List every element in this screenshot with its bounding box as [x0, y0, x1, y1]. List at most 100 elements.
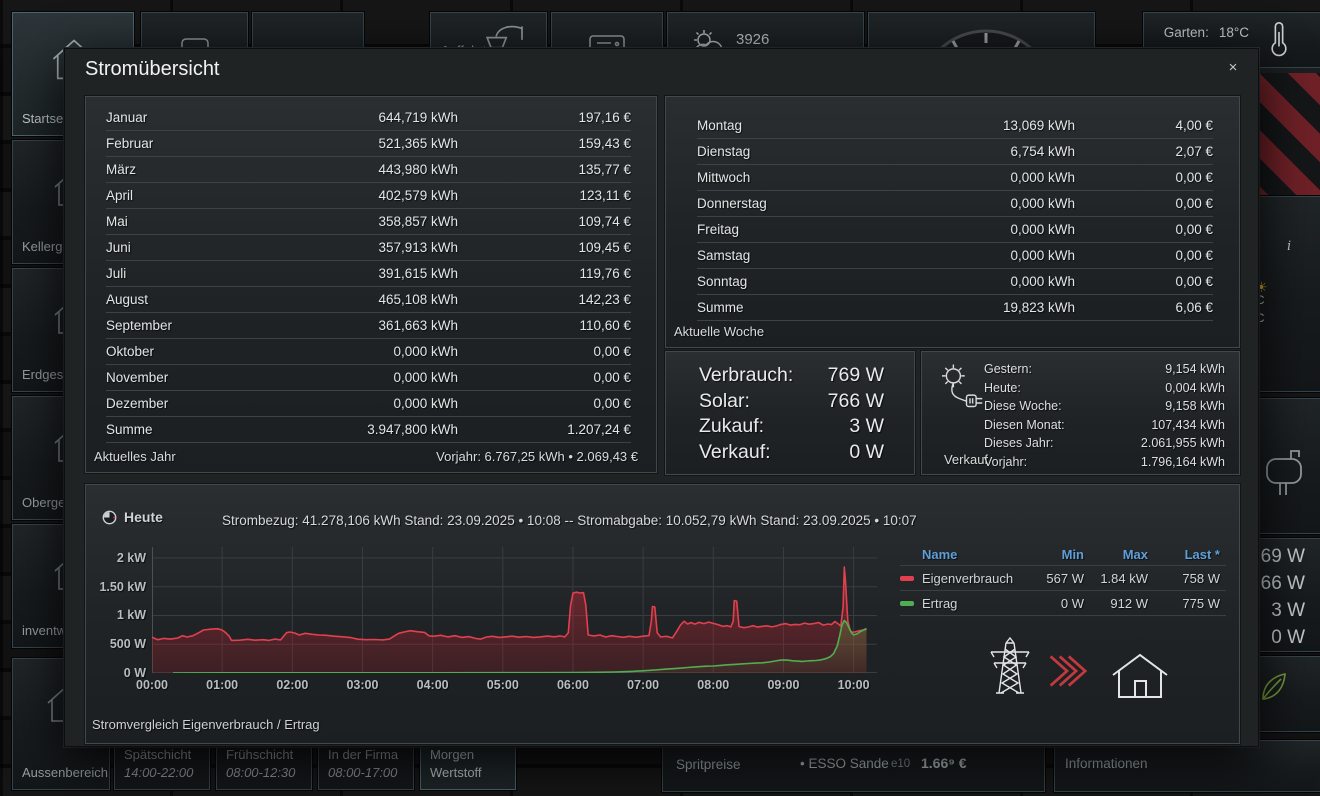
cell-label: Sonntag: [697, 274, 895, 289]
cell-label: Mai: [106, 214, 288, 229]
cell-label: Summe: [697, 300, 895, 315]
cell-label: Diese Woche:: [984, 399, 1165, 413]
leaf-icon: [1255, 667, 1293, 707]
tile-spritpreise[interactable]: Spritpreise • ESSO Sande e10 1.66⁹ €: [662, 740, 1045, 792]
table-row: Verkauf:0 W: [699, 440, 884, 466]
cell-eur: 2,07 €: [1075, 144, 1213, 159]
table-row: Heute:0,004 kWh: [984, 379, 1225, 398]
cell-kwh: 443,980 kWh: [288, 162, 458, 177]
chart-legend: Name Min Max Last * Eigenverbrauch567 W1…: [900, 543, 1226, 616]
x-tick-label: 06:00: [557, 678, 589, 692]
cell-label: März: [106, 162, 288, 177]
table-row: Vorjahr:1.796,164 kWh: [984, 453, 1225, 472]
table-row[interactable]: Eigenverbrauch567 W1.84 kW758 W: [900, 565, 1226, 590]
clock-icon: [102, 510, 117, 525]
plot-canvas: [152, 547, 877, 673]
table-row: September361,663 kWh110,60 €: [106, 313, 631, 339]
power-plot: 2 kW1.50 kW1 kW500 W0 W 00:0001:0002:000…: [152, 547, 877, 673]
cell-label: Dieses Jahr:: [984, 436, 1141, 450]
cell-eur: 0,00 €: [1075, 196, 1213, 211]
cell-kwh: 0,000 kWh: [288, 344, 458, 359]
x-tick-label: 08:00: [697, 678, 729, 692]
cell-kwh: 3.947,800 kWh: [288, 422, 458, 437]
week-table: Montag13,069 kWh4,00 €Dienstag6,754 kWh2…: [666, 97, 1239, 321]
x-tick-label: 00:00: [136, 678, 168, 692]
solar-stat-rows: Gestern:9,154 kWhHeute:0,004 kWhDiese Wo…: [984, 360, 1225, 471]
cell-label: Oktober: [106, 344, 288, 359]
table-row: Summe3.947,800 kWh1.207,24 €: [106, 417, 631, 443]
table-row: November0,000 kWh0,00 €: [106, 365, 631, 391]
table-row: Montag13,069 kWh4,00 €: [697, 113, 1213, 139]
tile-informationen[interactable]: Informationen: [1054, 740, 1320, 792]
cell-label: Donnerstag: [697, 196, 895, 211]
weekly-energy-panel: Montag13,069 kWh4,00 €Dienstag6,754 kWh2…: [665, 96, 1240, 348]
cell-kwh: 13,069 kWh: [895, 118, 1075, 133]
close-icon[interactable]: ×: [1224, 59, 1242, 76]
table-row: Gestern:9,154 kWh: [984, 360, 1225, 379]
cell-label: Januar: [106, 110, 288, 125]
table-row: Januar644,719 kWh197,16 €: [106, 105, 631, 131]
cell-label: Samstag: [697, 248, 895, 263]
cell-eur: 4,00 €: [1075, 118, 1213, 133]
cell-eur: 0,00 €: [1075, 248, 1213, 263]
legend-header: Name Min Max Last *: [900, 543, 1226, 565]
sprit-station: • ESSO Sande: [800, 756, 889, 771]
table-row: Sonntag0,000 kWh0,00 €: [697, 269, 1213, 295]
cell-eur: 0,00 €: [1075, 274, 1213, 289]
table-row: Februar521,365 kWh159,43 €: [106, 131, 631, 157]
morgen-subtitle: Wertstoff: [430, 765, 482, 780]
cell-value: 3 W: [849, 415, 884, 438]
shift-time: 08:00-17:00: [328, 765, 397, 780]
tab-heute[interactable]: Heute: [102, 509, 163, 525]
info-icon: i: [1287, 239, 1291, 254]
cell-kwh: 0,000 kWh: [895, 222, 1075, 237]
lux-value: 3926: [736, 31, 769, 48]
table-row[interactable]: Ertrag0 W912 W775 W: [900, 590, 1226, 615]
table-row: Samstag0,000 kWh0,00 €: [697, 243, 1213, 269]
cell-label: November: [106, 370, 288, 385]
thermometer-icon: [1259, 17, 1299, 65]
cell-min: 567 W: [1020, 571, 1084, 586]
cell-label: Verkauf:: [699, 441, 849, 464]
cell-eur: 0,00 €: [458, 344, 631, 359]
cell-eur: 6,06 €: [1075, 300, 1213, 315]
week-footer-label: Aktuelle Woche: [674, 324, 764, 339]
cell-label: Diesen Monat:: [984, 418, 1151, 432]
y-axis-labels: 2 kW1.50 kW1 kW500 W0 W: [90, 547, 146, 673]
cell-last: 758 W: [1148, 571, 1226, 586]
x-tick-label: 09:00: [767, 678, 799, 692]
live-power-panel: Verbrauch:769 WSolar:766 WZukauf:3 WVerk…: [665, 351, 915, 475]
table-row: Donnerstag0,000 kWh0,00 €: [697, 191, 1213, 217]
cell-kwh: 0,000 kWh: [895, 170, 1075, 185]
cell-kwh: 6,754 kWh: [895, 144, 1075, 159]
cell-eur: 0,00 €: [458, 370, 631, 385]
table-row: Summe19,823 kWh6,06 €: [697, 295, 1213, 321]
cell-kwh: 358,857 kWh: [288, 214, 458, 229]
shift-title: In der Firma: [328, 747, 398, 762]
x-tick-label: 05:00: [487, 678, 519, 692]
cell-label: Vorjahr:: [984, 455, 1141, 469]
cell-label: Summe: [106, 422, 288, 437]
cell-max: 1.84 kW: [1084, 571, 1148, 586]
cell-eur: 0,00 €: [1075, 170, 1213, 185]
x-tick-label: 07:00: [627, 678, 659, 692]
cell-max: 912 W: [1084, 596, 1148, 611]
sprit-price: 1.66⁹ €: [921, 755, 967, 771]
cell-name: Ertrag: [922, 596, 1020, 611]
x-tick-label: 01:00: [206, 678, 238, 692]
cell-eur: 109,45 €: [458, 240, 631, 255]
table-row: Solar:766 W: [699, 389, 884, 415]
table-row: August465,108 kWh142,23 €: [106, 287, 631, 313]
cell-label: Heute:: [984, 381, 1165, 395]
table-row: Diesen Monat:107,434 kWh: [984, 416, 1225, 435]
cell-kwh: 0,000 kWh: [895, 274, 1075, 289]
meter-status-text: Strombezug: 41.278,106 kWh Stand: 23.09.…: [222, 513, 917, 528]
y-tick-label: 1 kW: [117, 608, 146, 622]
table-row: Dezember0,000 kWh0,00 €: [106, 391, 631, 417]
month-footer-label: Aktuelles Jahr: [94, 449, 176, 464]
month-footer-previous-year: Vorjahr: 6.767,25 kWh • 2.069,43 €: [436, 449, 638, 464]
table-row: Diese Woche:9,158 kWh: [984, 397, 1225, 416]
cell-value: 0 W: [849, 441, 884, 464]
table-row: Verbrauch:769 W: [699, 363, 884, 389]
dialog-title: Stromübersicht: [85, 58, 220, 81]
